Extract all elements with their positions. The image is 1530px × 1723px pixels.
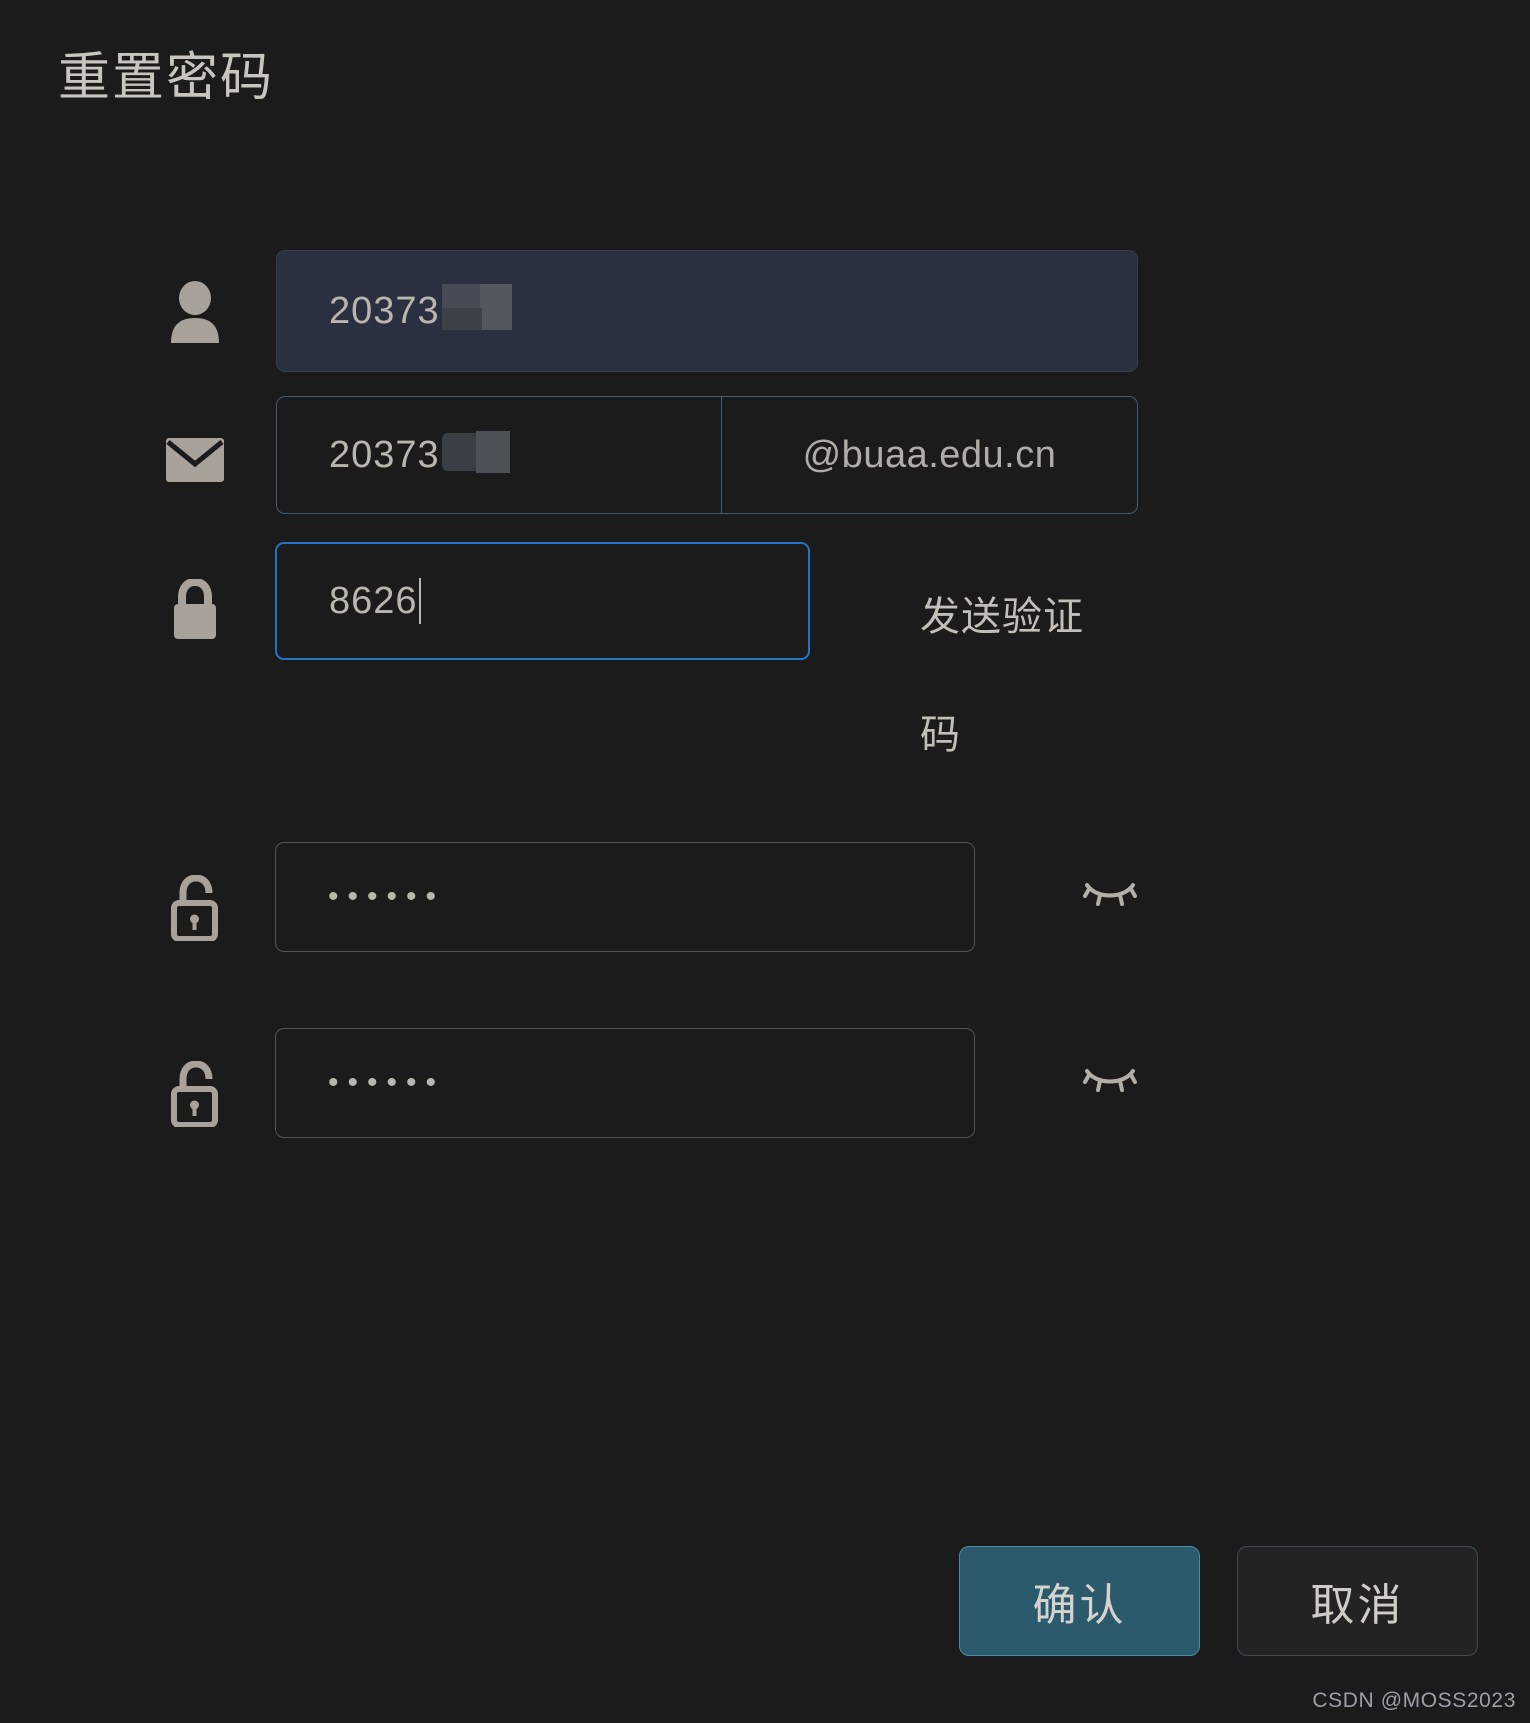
- dialog-footer: 确认 取消: [0, 1546, 1530, 1676]
- email-input-group: 20373 @buaa.edu.cn: [276, 396, 1138, 514]
- verification-code-value: 8626: [329, 580, 418, 622]
- person-icon: [160, 272, 230, 352]
- watermark: CSDN @MOSS2023: [1312, 1689, 1516, 1712]
- password-confirm-input[interactable]: ••••••: [275, 1028, 975, 1138]
- reset-password-form: 20373 20373 @buaa.edu.cn 8626 发送验证码 ••••…: [0, 230, 1530, 1202]
- eye-off-icon[interactable]: [1082, 870, 1138, 918]
- username-value: 20373: [329, 290, 440, 332]
- mail-icon: [160, 420, 230, 500]
- confirm-button[interactable]: 确认: [959, 1546, 1200, 1656]
- text-caret: [418, 578, 421, 624]
- lock-open-icon: [160, 868, 230, 948]
- lock-icon: [160, 570, 230, 650]
- reset-password-dialog: 重置密码 20373 20373 @buaa.edu.cn 8626 发送验证码…: [0, 0, 1530, 1723]
- page-title: 重置密码: [58, 49, 275, 107]
- password-confirm-row: ••••••: [0, 1016, 1530, 1202]
- lock-open-icon: [160, 1054, 230, 1134]
- cancel-button[interactable]: 取消: [1237, 1546, 1478, 1656]
- email-redaction: [441, 431, 510, 473]
- eye-off-icon[interactable]: [1082, 1056, 1138, 1104]
- send-verification-code-button[interactable]: 发送验证码: [920, 558, 1106, 794]
- username-input[interactable]: 20373: [276, 250, 1138, 372]
- password-input[interactable]: ••••••: [275, 842, 975, 952]
- verification-code-row: 8626 发送验证码: [0, 530, 1530, 830]
- verification-code-input[interactable]: 8626: [275, 542, 810, 660]
- password-row: ••••••: [0, 830, 1530, 1016]
- email-row: 20373 @buaa.edu.cn: [0, 380, 1530, 530]
- email-local-value: 20373: [329, 434, 440, 476]
- username-redaction: [441, 284, 512, 330]
- password-confirm-value: ••••••: [328, 1066, 446, 1099]
- email-local-input[interactable]: 20373: [277, 397, 722, 513]
- email-domain-suffix: @buaa.edu.cn: [802, 433, 1057, 476]
- password-value: ••••••: [328, 880, 446, 913]
- username-row: 20373: [0, 230, 1530, 380]
